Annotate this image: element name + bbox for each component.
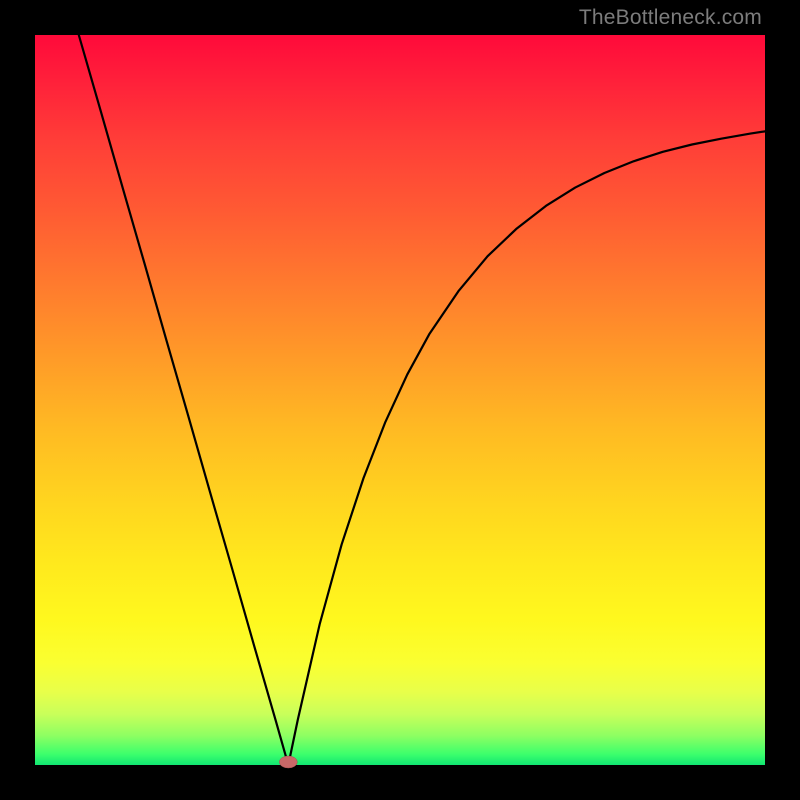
bottleneck-curve (79, 35, 765, 765)
curve-svg (35, 35, 765, 765)
plot-area (35, 35, 765, 765)
watermark-text: TheBottleneck.com (579, 6, 762, 30)
minimum-marker (279, 756, 297, 768)
chart-frame: TheBottleneck.com (0, 0, 800, 800)
